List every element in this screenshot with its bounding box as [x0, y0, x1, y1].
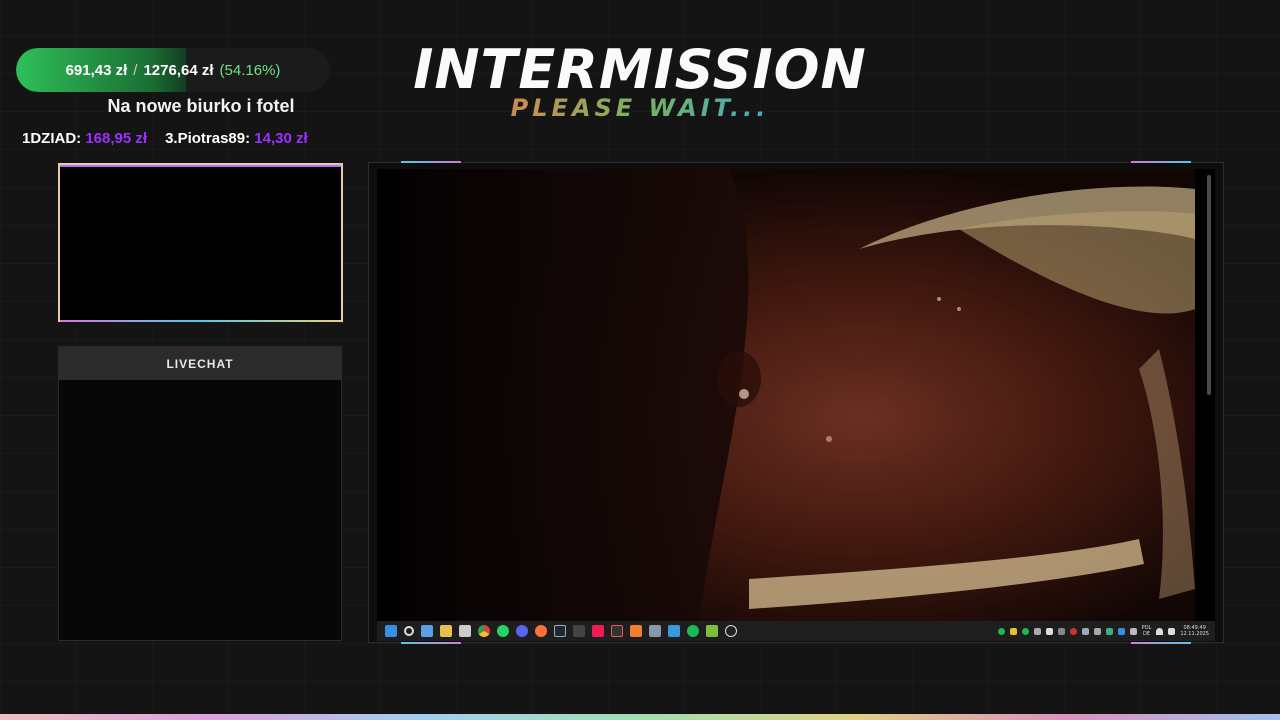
goal-percent: (54.16%) — [219, 61, 281, 79]
discord-icon[interactable] — [515, 625, 528, 637]
please-wait-subtitle: PLEASE WAIT... — [400, 94, 880, 122]
donor-amount: 14,30 zł — [254, 130, 308, 147]
rainbow-bottom-bar — [0, 714, 1280, 720]
steam-icon[interactable] — [553, 625, 566, 637]
captured-screen — [377, 169, 1215, 621]
app-icon[interactable] — [705, 625, 718, 637]
spotify-icon[interactable] — [686, 625, 699, 637]
donor-2: 3.Piotras89: 14,30 zł — [165, 130, 308, 147]
language-indicator[interactable]: POL DE — [1142, 625, 1152, 637]
tray-app-icon[interactable] — [1057, 627, 1065, 635]
donor-1: 1DZIAD: 168,95 zł — [22, 130, 147, 147]
frame-accent — [401, 642, 461, 644]
tray-mic-icon[interactable] — [1129, 627, 1137, 635]
tiktok-icon[interactable] — [591, 625, 604, 637]
widgets-icon[interactable] — [420, 625, 433, 637]
webcam-frame — [58, 163, 343, 322]
system-tray: POL DE 08:49:49 12.11.2025 — [997, 621, 1209, 641]
tray-app-icon[interactable] — [1069, 627, 1077, 635]
clock-date: 12.11.2025 — [1180, 631, 1209, 637]
calendar-icon[interactable] — [458, 625, 471, 637]
video-content — [399, 169, 1195, 621]
windows-taskbar: POL DE 08:49:49 12.11.2025 — [377, 621, 1215, 641]
frame-accent — [401, 161, 461, 163]
chrome-icon[interactable] — [477, 625, 490, 637]
whatsapp-icon[interactable] — [496, 625, 509, 637]
goal-current: 691,43 zł — [65, 61, 128, 79]
goal-target: 1276,64 zł — [143, 61, 214, 79]
clock[interactable]: 08:49:49 12.11.2025 — [1180, 625, 1209, 637]
goal-amounts: 691,43 zł / 1276,64 zł (54.16%) — [16, 48, 330, 92]
frame-accent — [1131, 642, 1191, 644]
donor-name: 3.Piotras89: — [165, 130, 251, 147]
app-icon[interactable] — [629, 625, 642, 637]
tray-bluetooth-icon[interactable] — [1117, 627, 1125, 635]
volume-icon[interactable] — [1168, 627, 1176, 635]
livechat-panel: LIVECHAT — [58, 346, 342, 641]
donor-name: 1DZIAD: — [22, 130, 82, 147]
livechat-header: LIVECHAT — [59, 347, 341, 380]
tray-app-icon[interactable] — [1105, 627, 1113, 635]
app-icon[interactable] — [572, 625, 585, 637]
tray-steam-icon[interactable] — [1081, 627, 1089, 635]
goal-title: Na nowe biurko i fotel — [107, 96, 295, 116]
firefox-icon[interactable] — [534, 625, 547, 637]
windows-start-icon[interactable] — [384, 625, 397, 637]
app-icon[interactable] — [610, 625, 623, 637]
goal-separator: / — [133, 61, 138, 79]
file-explorer-icon[interactable] — [439, 625, 452, 637]
top-donors: 1DZIAD: 168,95 zł 3.Piotras89: 14,30 zł — [22, 130, 308, 147]
intermission-title: INTERMISSION — [413, 38, 867, 101]
video-frame-image — [399, 169, 1195, 621]
donation-goal-bar: 691,43 zł / 1276,64 zł (54.16%) — [16, 48, 330, 92]
search-icon[interactable] — [403, 626, 414, 636]
photos-icon[interactable] — [667, 625, 680, 637]
donor-amount: 168,95 zł — [85, 130, 148, 147]
tray-app-icon[interactable] — [1045, 627, 1053, 635]
tray-app-icon[interactable] — [1093, 627, 1101, 635]
tray-spotify-icon[interactable] — [1021, 627, 1029, 635]
tray-app-icon[interactable] — [1033, 627, 1041, 635]
scrollbar[interactable] — [1207, 175, 1211, 395]
frame-accent — [1131, 161, 1191, 163]
tray-app-icon[interactable] — [1009, 627, 1017, 635]
obs-icon[interactable] — [724, 625, 737, 637]
tray-app-icon[interactable] — [997, 627, 1005, 635]
camera-icon[interactable] — [648, 625, 661, 637]
screen-capture-frame: POL DE 08:49:49 12.11.2025 — [368, 161, 1224, 644]
wifi-icon[interactable] — [1156, 627, 1164, 635]
